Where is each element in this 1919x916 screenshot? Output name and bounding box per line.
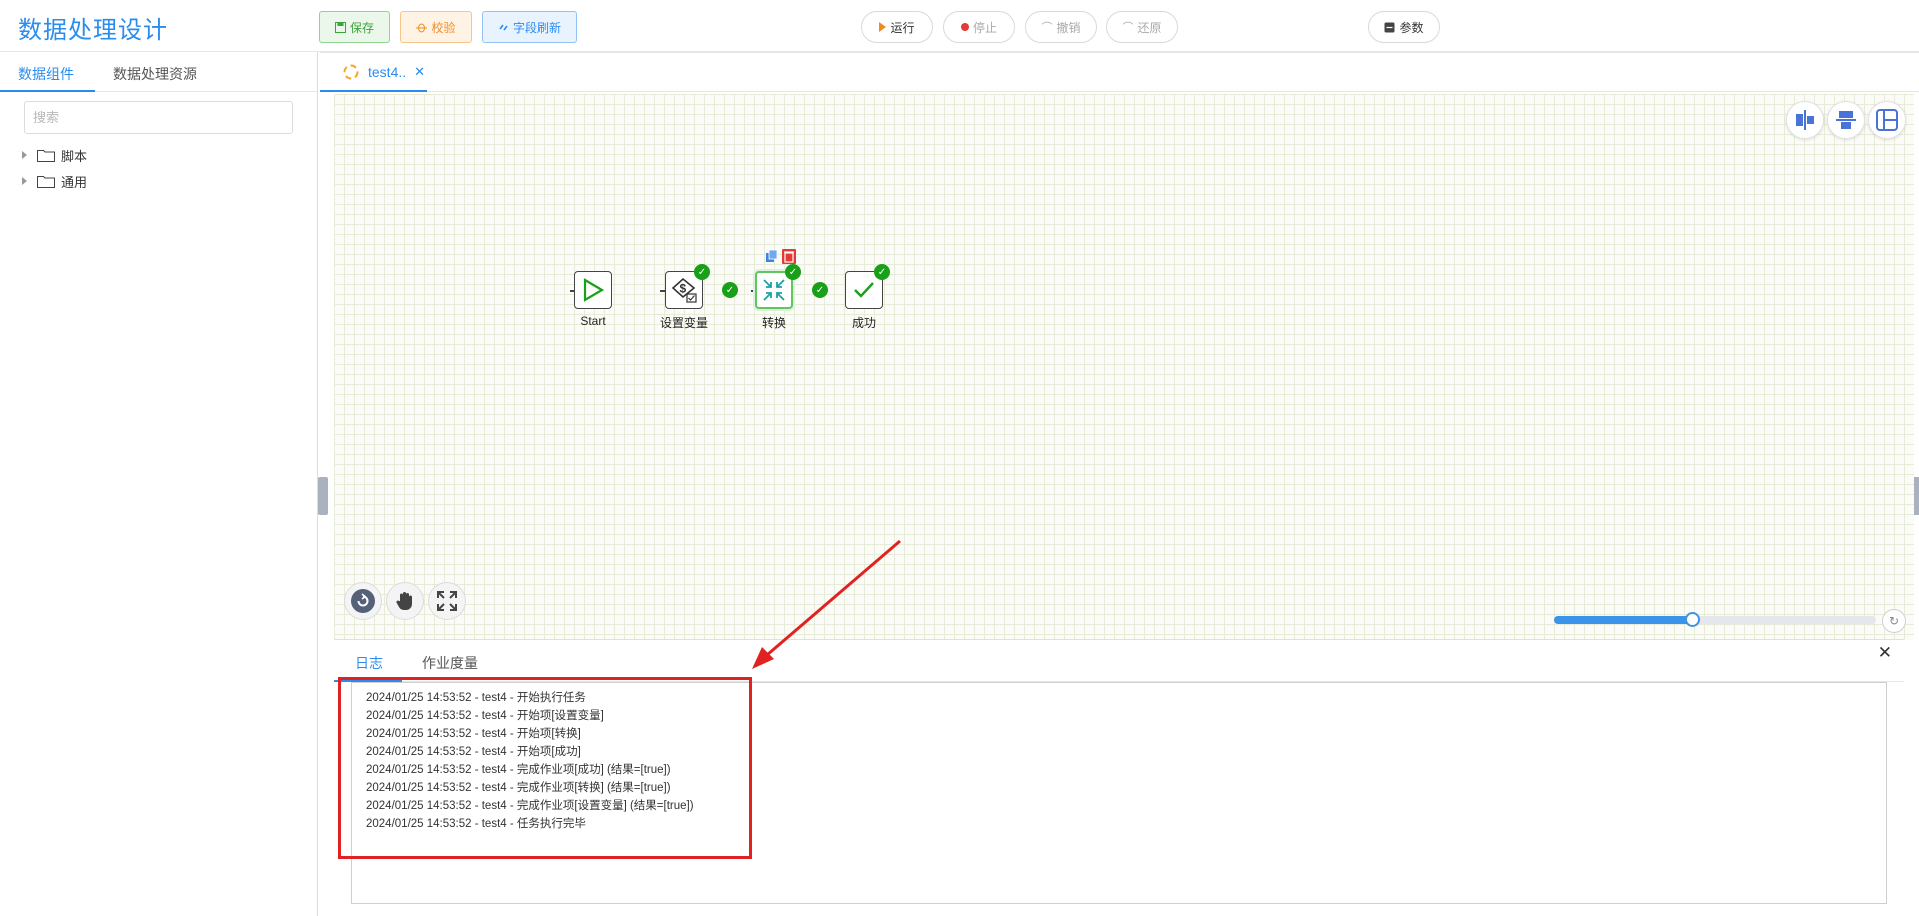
expand-arrow-icon[interactable] (22, 177, 27, 185)
run-button-label: 运行 (890, 20, 915, 35)
play-icon (879, 22, 887, 32)
tab-job-metrics[interactable]: 作业度量 (422, 653, 478, 673)
save-button-label: 保存 (349, 20, 374, 35)
dollar-variable-icon: $ (671, 277, 697, 303)
copy-icon[interactable] (765, 249, 779, 263)
node-label-transform: 转换 (761, 316, 786, 330)
run-button[interactable]: 运行 (861, 11, 933, 43)
fullscreen-button[interactable] (428, 582, 466, 620)
node-success-badge: ✓ (694, 264, 710, 280)
folder-icon (37, 149, 55, 162)
tab-data-resources[interactable]: 数据处理资源 (113, 64, 197, 84)
annotation-arrow (752, 539, 901, 669)
tree-item-general[interactable]: 通用 (22, 170, 87, 192)
loading-spinner-icon (343, 64, 359, 80)
stop-icon (960, 23, 969, 31)
save-button[interactable]: 保存 (319, 11, 390, 43)
tab-log[interactable]: 日志 (355, 653, 383, 673)
transform-arrows-icon (763, 279, 785, 301)
tree-item-label: 脚本 (61, 148, 88, 164)
close-tab-icon[interactable]: ✕ (414, 64, 425, 80)
bug-icon (416, 23, 428, 32)
folder-icon (37, 175, 55, 188)
node-success-badge: ✓ (874, 264, 890, 280)
log-tabs: 日志 作业度量 ✕ (334, 640, 1904, 682)
pan-hand-button[interactable] (386, 582, 424, 620)
hop-success-badge: ✓ (722, 282, 738, 298)
editor-tab-label: test4.. (368, 64, 407, 80)
node-start[interactable] (574, 271, 612, 309)
checkmark-icon (854, 282, 874, 298)
node-label-start: Start (580, 314, 606, 328)
params-icon (1384, 22, 1395, 32)
align-horizontal-icon (1796, 110, 1814, 130)
check-button-label: 校验 (431, 20, 456, 35)
undo-button-label: 撤销 (1056, 20, 1081, 35)
redo-button[interactable]: ⌒ 还原 (1106, 11, 1178, 43)
zoom-reset-button[interactable]: ↻ (1882, 609, 1906, 633)
field-refresh-button[interactable]: 字段刷新 (482, 11, 577, 43)
search-input[interactable] (24, 101, 293, 134)
field-refresh-label: 字段刷新 (512, 20, 561, 35)
reset-zoom-icon: ↻ (1888, 614, 1900, 628)
refresh-link-icon (499, 24, 508, 30)
stop-button-label: 停止 (972, 20, 997, 35)
hand-icon (396, 592, 412, 610)
stop-button[interactable]: 停止 (943, 11, 1015, 43)
node-label-set-variable: 设置变量 (659, 316, 708, 330)
layout-panel-button[interactable] (1868, 101, 1906, 139)
reset-icon (351, 589, 375, 613)
node-success-badge: ✓ (785, 264, 801, 280)
annotation-highlight-box (338, 677, 752, 859)
params-button[interactable]: 参数 (1368, 11, 1440, 43)
params-button-label: 参数 (1399, 20, 1424, 35)
workflow-canvas[interactable]: ✓ ✓ Start $ ✓ 设置变量 ✓ 转换 ✓ 成功 (334, 94, 1914, 640)
fullscreen-icon (437, 591, 457, 611)
tree-item-label: 通用 (61, 174, 88, 190)
layout-panel-icon (1876, 109, 1898, 131)
undo-button[interactable]: ⌒ 撤销 (1025, 11, 1097, 43)
undo-icon: ⌒ (1041, 22, 1053, 34)
play-triangle-icon (583, 278, 605, 302)
align-vertical-icon (1836, 111, 1856, 129)
delete-icon[interactable] (782, 249, 796, 264)
app-header: 数据处理设计 保存 校验 字段刷新 运行 停止 ⌒ 撤销 ⌒ 还原 参数 (0, 0, 1919, 52)
zoom-slider-fill (1554, 616, 1693, 624)
tree-item-script[interactable]: 脚本 (22, 144, 87, 166)
reset-view-button[interactable] (344, 582, 382, 620)
editor-tabs: test4.. ✕ (320, 52, 1919, 92)
align-horizontal-button[interactable] (1786, 101, 1824, 139)
app-title: 数据处理设计 (18, 17, 168, 44)
redo-button-label: 还原 (1137, 20, 1162, 35)
check-button[interactable]: 校验 (400, 11, 472, 43)
tab-data-components[interactable]: 数据组件 (18, 64, 74, 84)
hop-success-badge: ✓ (812, 282, 828, 298)
active-tab-indicator (0, 90, 95, 92)
expand-arrow-icon[interactable] (22, 151, 27, 159)
zoom-slider[interactable] (1554, 612, 1876, 627)
node-label-success: 成功 (851, 316, 876, 330)
save-icon (334, 21, 346, 33)
svg-text:$: $ (680, 282, 687, 296)
close-log-panel-icon[interactable]: ✕ (1878, 643, 1892, 663)
sidebar-tabs: 数据组件 数据处理资源 (0, 52, 317, 92)
align-vertical-button[interactable] (1827, 101, 1865, 139)
editor-tab-test4[interactable]: test4.. ✕ (342, 63, 425, 81)
redo-icon: ⌒ (1122, 22, 1134, 34)
active-editor-tab-indicator (320, 90, 427, 92)
sidebar: 数据组件 数据处理资源 脚本 通用 (0, 52, 318, 916)
